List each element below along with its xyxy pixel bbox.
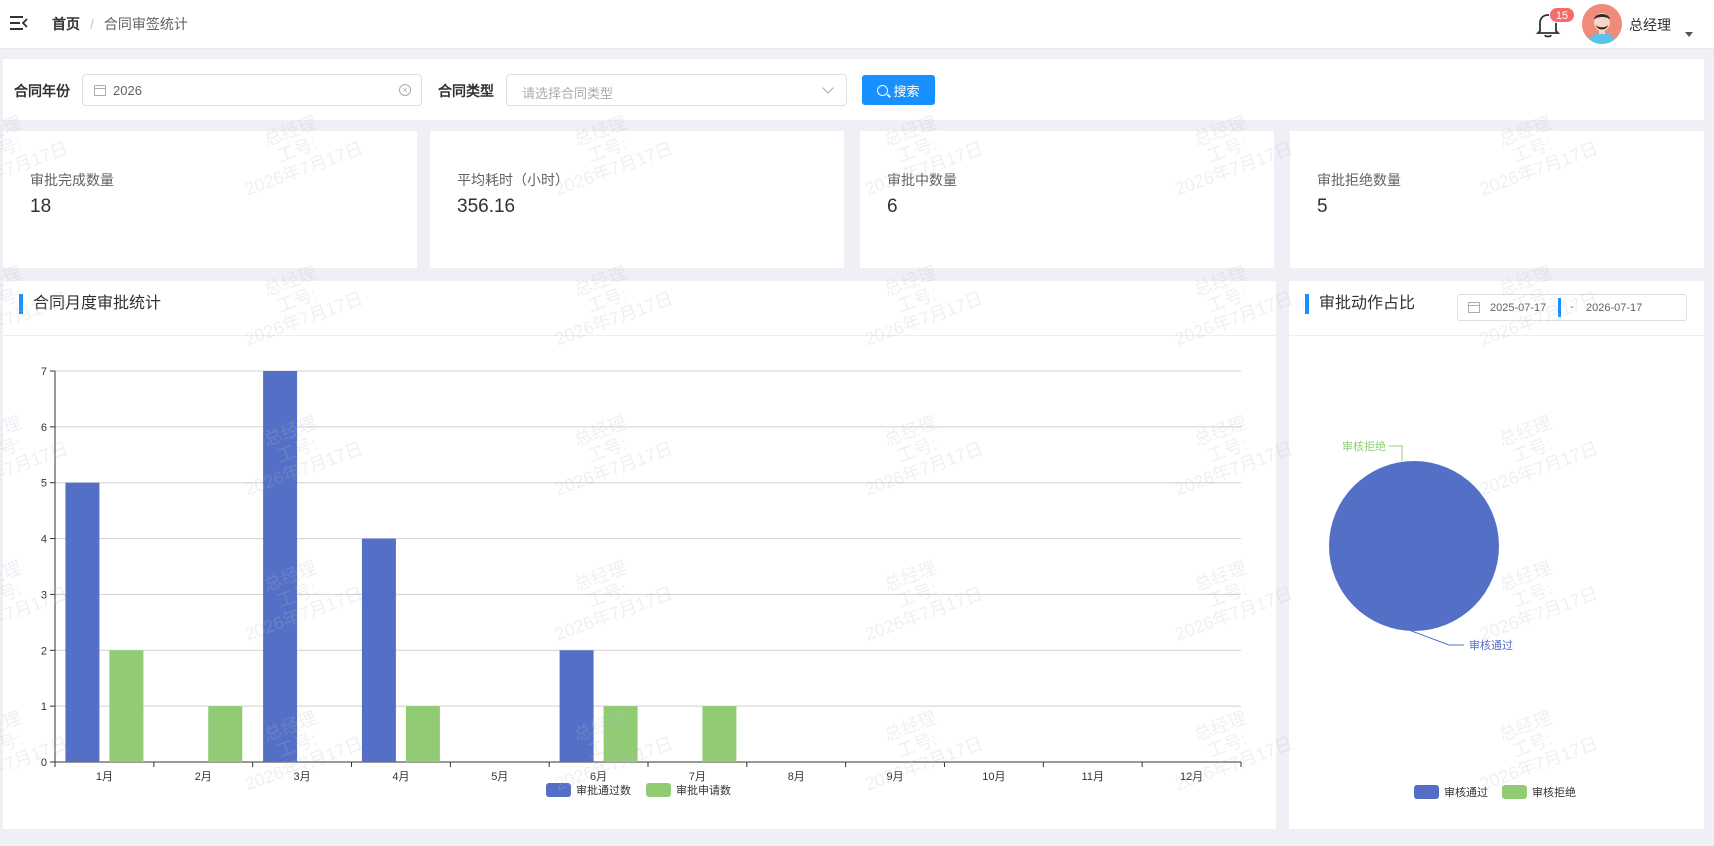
year-value: 2026 xyxy=(113,83,142,98)
x-tick-label: 4月 xyxy=(392,771,409,783)
legend-swatch xyxy=(1502,785,1527,799)
avatar-person-icon xyxy=(1582,4,1622,44)
y-tick-label: 5 xyxy=(41,478,47,490)
x-tick-label: 3月 xyxy=(294,771,311,783)
stat-card-avg-time: 平均耗时（小时） 356.16 xyxy=(430,131,844,268)
bar xyxy=(702,706,737,762)
search-icon xyxy=(877,84,889,96)
year-picker[interactable]: 2026 × xyxy=(82,74,422,106)
pie-label-line xyxy=(1408,629,1464,646)
x-tick-label: 10月 xyxy=(982,771,1005,783)
stat-value: 6 xyxy=(887,196,898,217)
top-navbar: 首页 / 合同审签统计 15 总经理 xyxy=(0,0,1714,49)
legend-swatch xyxy=(646,783,671,797)
type-label: 合同类型 xyxy=(438,83,494,99)
bar xyxy=(559,650,594,762)
y-tick-label: 6 xyxy=(41,422,47,434)
bar xyxy=(361,538,396,762)
breadcrumb-home[interactable]: 首页 xyxy=(52,14,80,34)
stat-value: 18 xyxy=(30,196,52,217)
search-button[interactable]: 搜索 xyxy=(862,75,935,105)
calendar-icon xyxy=(94,85,106,96)
bar xyxy=(405,706,440,762)
username[interactable]: 总经理 xyxy=(1629,15,1671,35)
pie-label: 审核拒绝 xyxy=(1342,439,1386,453)
stat-card-completed: 审批完成数量 18 xyxy=(3,131,417,268)
bar xyxy=(603,706,638,762)
year-label: 合同年份 xyxy=(14,83,70,99)
x-tick-label: 7月 xyxy=(689,771,706,783)
y-tick-label: 4 xyxy=(41,534,47,546)
avatar[interactable] xyxy=(1582,4,1622,44)
bar xyxy=(65,482,100,762)
legend-label: 审批通过数 xyxy=(576,783,631,797)
legend-swatch xyxy=(1414,785,1439,799)
chevron-down-icon xyxy=(822,82,834,94)
pie-label-line xyxy=(1389,445,1403,461)
action-ratio-panel: 审批动作占比 2025-07-17 - 2026-07-17 审核通过 审核拒绝审… xyxy=(1289,281,1704,829)
legend-swatch xyxy=(546,783,571,797)
x-tick-label: 2月 xyxy=(195,771,212,783)
stat-value: 5 xyxy=(1317,196,1328,217)
legend-label: 审核通过 xyxy=(1444,785,1488,799)
legend-label: 审核拒绝 xyxy=(1532,785,1576,799)
menu-fold-icon[interactable] xyxy=(10,15,28,31)
y-tick-label: 3 xyxy=(41,589,47,601)
bar-chart: 0 1 2 3 4 5 6 7 1月 2月 3月 4月 5月 6月 7月 8月 9月 10月 11月 12月审批通过数… xyxy=(41,366,1242,797)
legend-label: 审批申请数 xyxy=(676,783,731,797)
x-tick-label: 5月 xyxy=(491,771,508,783)
stat-label: 审批完成数量 xyxy=(30,172,114,188)
breadcrumb-current: 合同审签统计 xyxy=(103,16,188,32)
filter-bar: 合同年份 2026 × 合同类型 请选择合同类型 搜索 xyxy=(3,59,1704,120)
stat-card-rejected: 审批拒绝数量 5 xyxy=(1290,131,1704,268)
caret-down-icon[interactable] xyxy=(1685,32,1693,37)
breadcrumb: 首页 / 合同审签统计 xyxy=(52,14,188,34)
clear-icon[interactable]: × xyxy=(399,84,411,96)
pie-chart: 审核通过审核拒绝审核通过 审核拒绝 xyxy=(1329,439,1576,799)
x-tick-label: 9月 xyxy=(887,771,904,783)
y-tick-label: 1 xyxy=(41,701,47,713)
contract-type-select[interactable]: 请选择合同类型 xyxy=(506,74,847,106)
x-tick-label: 8月 xyxy=(788,771,805,783)
stat-label: 审批拒绝数量 xyxy=(1317,172,1401,188)
stat-label: 审批中数量 xyxy=(887,172,957,188)
y-tick-label: 7 xyxy=(41,366,47,378)
type-placeholder: 请选择合同类型 xyxy=(522,86,614,101)
x-tick-label: 11月 xyxy=(1082,771,1104,783)
bar xyxy=(208,706,243,762)
stat-label: 平均耗时（小时） xyxy=(457,172,569,188)
stat-value: 356.16 xyxy=(457,196,516,217)
x-tick-label: 6月 xyxy=(590,771,607,783)
stat-card-in-progress: 审批中数量 6 xyxy=(860,131,1274,268)
bar xyxy=(263,371,298,762)
y-tick-label: 2 xyxy=(41,645,47,657)
y-tick-label: 0 xyxy=(41,757,47,769)
search-button-label: 搜索 xyxy=(893,83,920,99)
pie-slice xyxy=(1329,461,1499,631)
pie-label: 审核通过 xyxy=(1469,638,1513,652)
bar xyxy=(109,650,144,762)
monthly-chart-panel: 合同月度审批统计 0 1 2 3 4 5 6 7 1月 2月 3月 4月 5月 6月 7月 8月 9月 10月 11… xyxy=(3,281,1276,829)
x-tick-label: 1月 xyxy=(96,771,113,783)
notification-badge: 15 xyxy=(1549,7,1575,23)
x-tick-label: 12月 xyxy=(1180,771,1203,783)
breadcrumb-separator: / xyxy=(90,16,94,32)
